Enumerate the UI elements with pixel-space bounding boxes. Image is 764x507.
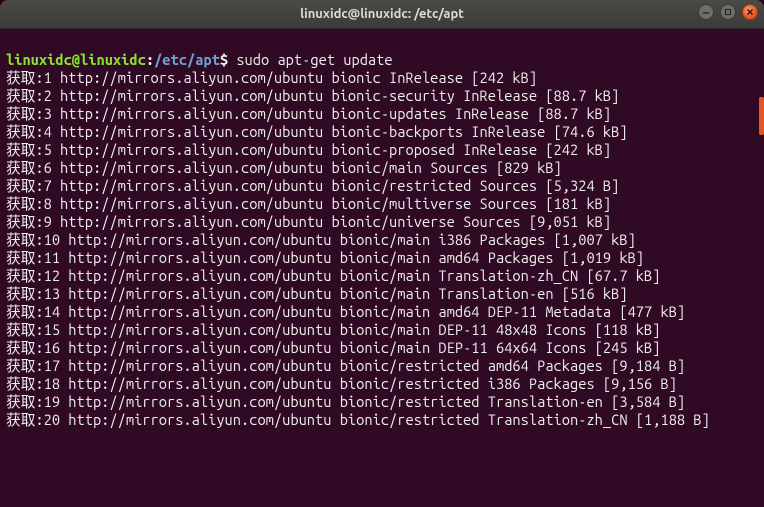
output-line: 获取:7 http://mirrors.aliyun.com/ubuntu bi… xyxy=(6,177,619,194)
output-line: 获取:2 http://mirrors.aliyun.com/ubuntu bi… xyxy=(6,87,619,104)
output-line: 获取:20 http://mirrors.aliyun.com/ubuntu b… xyxy=(6,411,710,428)
maximize-button[interactable] xyxy=(720,4,736,20)
prompt-sep1: : xyxy=(146,51,154,68)
window-controls xyxy=(698,4,758,20)
output-line: 获取:18 http://mirrors.aliyun.com/ubuntu b… xyxy=(6,375,677,392)
terminal-body[interactable]: linuxidc@linuxidc:/etc/apt$ sudo apt-get… xyxy=(0,29,764,507)
scrollbar-thumb[interactable] xyxy=(759,97,764,135)
prompt-sep2: $ xyxy=(220,51,236,68)
output-line: 获取:1 http://mirrors.aliyun.com/ubuntu bi… xyxy=(6,69,537,86)
output-line: 获取:12 http://mirrors.aliyun.com/ubuntu b… xyxy=(6,267,660,284)
output-line: 获取:19 http://mirrors.aliyun.com/ubuntu b… xyxy=(6,393,685,410)
output-line: 获取:9 http://mirrors.aliyun.com/ubuntu bi… xyxy=(6,213,611,230)
output-line: 获取:17 http://mirrors.aliyun.com/ubuntu b… xyxy=(6,357,685,374)
window-title: linuxidc@linuxidc: /etc/apt xyxy=(300,7,464,21)
prompt-path: /etc/apt xyxy=(154,51,220,68)
output-line: 获取:13 http://mirrors.aliyun.com/ubuntu b… xyxy=(6,285,628,302)
output-line: 获取:6 http://mirrors.aliyun.com/ubuntu bi… xyxy=(6,159,562,176)
output-line: 获取:15 http://mirrors.aliyun.com/ubuntu b… xyxy=(6,321,660,338)
output-line: 获取:10 http://mirrors.aliyun.com/ubuntu b… xyxy=(6,231,636,248)
output-line: 获取:3 http://mirrors.aliyun.com/ubuntu bi… xyxy=(6,105,611,122)
output-line: 获取:11 http://mirrors.aliyun.com/ubuntu b… xyxy=(6,249,644,266)
output-line: 获取:14 http://mirrors.aliyun.com/ubuntu b… xyxy=(6,303,685,320)
prompt-user-host: linuxidc@linuxidc xyxy=(6,51,146,68)
output-line: 获取:16 http://mirrors.aliyun.com/ubuntu b… xyxy=(6,339,660,356)
close-button[interactable] xyxy=(742,4,758,20)
terminal-window: linuxidc@linuxidc: /etc/apt linuxidc@lin… xyxy=(0,0,764,507)
minimize-button[interactable] xyxy=(698,4,714,20)
command-text: sudo apt-get update xyxy=(236,51,392,68)
titlebar[interactable]: linuxidc@linuxidc: /etc/apt xyxy=(0,0,764,29)
output-line: 获取:5 http://mirrors.aliyun.com/ubuntu bi… xyxy=(6,141,611,158)
output-line: 获取:4 http://mirrors.aliyun.com/ubuntu bi… xyxy=(6,123,628,140)
output-line: 获取:8 http://mirrors.aliyun.com/ubuntu bi… xyxy=(6,195,611,212)
